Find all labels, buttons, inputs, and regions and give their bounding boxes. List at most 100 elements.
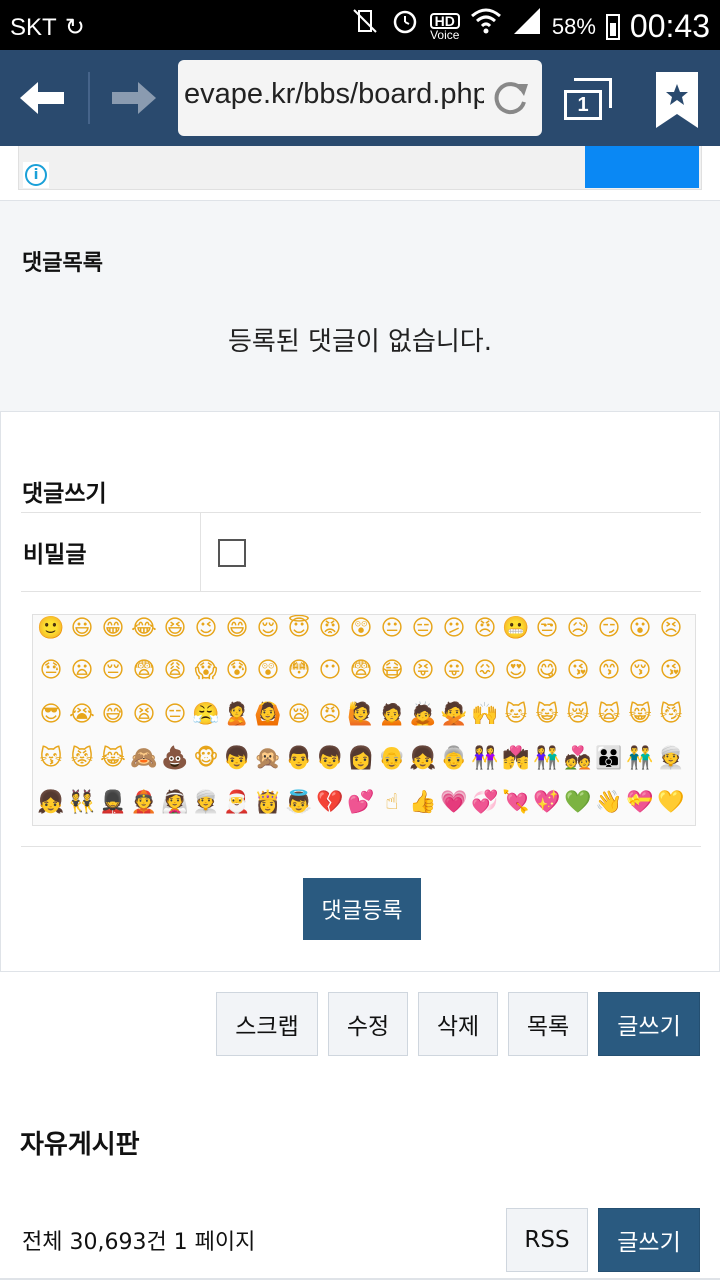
- ad-info-icon[interactable]: i: [23, 162, 49, 188]
- emoji-item[interactable]: 😩: [161, 657, 189, 685]
- emoji-item[interactable]: 🙇: [409, 701, 437, 729]
- emoji-item[interactable]: 💔: [316, 789, 344, 817]
- emoji-item[interactable]: 😭: [68, 701, 96, 729]
- emoji-item[interactable]: 👭: [471, 745, 499, 773]
- emoji-item[interactable]: 💕: [347, 789, 375, 817]
- emoji-item[interactable]: 🙌: [471, 701, 499, 729]
- emoji-item[interactable]: 😙: [595, 657, 623, 685]
- emoji-item[interactable]: 👴: [378, 745, 406, 773]
- emoji-item[interactable]: 💂: [99, 789, 127, 817]
- emoji-item[interactable]: 😶: [316, 657, 344, 685]
- emoji-item[interactable]: 😌: [254, 615, 282, 643]
- emoji-item[interactable]: 😹: [99, 745, 127, 773]
- emoji-item[interactable]: 😄: [223, 615, 251, 643]
- emoji-item[interactable]: 💝: [626, 789, 654, 817]
- emoji-item[interactable]: 🙍: [378, 701, 406, 729]
- emoji-item[interactable]: 🙊: [254, 745, 282, 773]
- emoji-item[interactable]: 😱: [192, 657, 220, 685]
- emoji-item[interactable]: 👦: [316, 745, 344, 773]
- emoji-item[interactable]: 😡: [316, 615, 344, 643]
- emoji-item[interactable]: 😪: [285, 701, 313, 729]
- emoji-item[interactable]: 😝: [409, 657, 437, 685]
- emoji-item[interactable]: 👧: [409, 745, 437, 773]
- emoji-item[interactable]: 😷: [378, 657, 406, 685]
- emoji-item[interactable]: 🙆: [254, 701, 282, 729]
- emoji-item[interactable]: 😲: [347, 615, 375, 643]
- emoji-item[interactable]: 👦: [223, 745, 251, 773]
- emoji-item[interactable]: 😥: [564, 615, 592, 643]
- emoji-item[interactable]: 👍: [409, 789, 437, 817]
- ad-cta[interactable]: [585, 146, 699, 188]
- emoji-item[interactable]: 💗: [440, 789, 468, 817]
- emoji-item[interactable]: 👰: [161, 789, 189, 817]
- emoji-item[interactable]: 👨: [285, 745, 313, 773]
- emoji-item[interactable]: 💏: [502, 745, 530, 773]
- ad-banner[interactable]: i: [18, 146, 702, 190]
- emoji-item[interactable]: 😚: [626, 657, 654, 685]
- emoji-item[interactable]: 🙂: [37, 615, 65, 643]
- emoji-item[interactable]: 🎅: [223, 789, 251, 817]
- emoji-item[interactable]: 😕: [440, 615, 468, 643]
- emoji-item[interactable]: 😲: [254, 657, 282, 685]
- emoji-item[interactable]: 😰: [223, 657, 251, 685]
- emoji-item[interactable]: 🙋: [347, 701, 375, 729]
- url-text[interactable]: evape.kr/bbs/board.php: [184, 78, 484, 111]
- emoji-item[interactable]: 👪: [595, 745, 623, 773]
- emoji-item[interactable]: 👳: [657, 745, 685, 773]
- scrap-button[interactable]: 스크랩: [216, 992, 318, 1056]
- back-button[interactable]: [8, 64, 76, 132]
- emoji-item[interactable]: 😺: [533, 701, 561, 729]
- emoji-item[interactable]: 😂: [130, 615, 158, 643]
- board-write-button[interactable]: 글쓰기: [598, 1208, 700, 1272]
- reload-icon[interactable]: [488, 76, 532, 120]
- emoji-item[interactable]: 😼: [657, 701, 685, 729]
- delete-button[interactable]: 삭제: [418, 992, 498, 1056]
- emoji-item[interactable]: 😇: [285, 615, 313, 643]
- emoji-item[interactable]: 💩: [161, 745, 189, 773]
- emoji-item[interactable]: 😒: [533, 615, 561, 643]
- emoji-item[interactable]: 😠: [316, 701, 344, 729]
- emoji-item[interactable]: 🙈: [130, 745, 158, 773]
- emoji-item[interactable]: 🐱: [502, 701, 530, 729]
- emoji-item[interactable]: 😳: [285, 657, 313, 685]
- emoji-item[interactable]: 👼: [285, 789, 313, 817]
- emoji-item[interactable]: 👸: [254, 789, 282, 817]
- emoji-item[interactable]: 😆: [161, 615, 189, 643]
- emoji-item[interactable]: 💑: [564, 745, 592, 773]
- emoji-item[interactable]: 😓: [37, 657, 65, 685]
- emoji-item[interactable]: 👲: [130, 789, 158, 817]
- emoji-item[interactable]: 😨: [130, 657, 158, 685]
- emoji-item[interactable]: 👫: [533, 745, 561, 773]
- list-button[interactable]: 목록: [508, 992, 588, 1056]
- emoji-item[interactable]: 😏: [595, 615, 623, 643]
- bookmark-button[interactable]: [656, 72, 698, 128]
- emoji-item[interactable]: 👵: [440, 745, 468, 773]
- emoji-item[interactable]: 👧: [37, 789, 65, 817]
- emoji-item[interactable]: 😖: [471, 657, 499, 685]
- emoji-item[interactable]: 💚: [564, 789, 592, 817]
- emoji-item[interactable]: 😋: [533, 657, 561, 685]
- edit-button[interactable]: 수정: [328, 992, 408, 1056]
- emoji-item[interactable]: 😸: [626, 701, 654, 729]
- emoji-item[interactable]: 😍: [502, 657, 530, 685]
- forward-button[interactable]: [100, 64, 168, 132]
- emoji-item[interactable]: 😘: [564, 657, 592, 685]
- emoji-item[interactable]: 😾: [68, 745, 96, 773]
- emoji-item[interactable]: 💘: [502, 789, 530, 817]
- emoji-item[interactable]: 😨: [347, 657, 375, 685]
- emoji-item[interactable]: 😫: [130, 701, 158, 729]
- emoji-item[interactable]: 💞: [471, 789, 499, 817]
- address-bar[interactable]: evape.kr/bbs/board.php: [178, 60, 542, 136]
- emoji-item[interactable]: ☝: [378, 789, 406, 817]
- emoji-item[interactable]: 😁: [99, 615, 127, 643]
- emoji-item[interactable]: 😠: [471, 615, 499, 643]
- emoji-item[interactable]: 😣: [657, 615, 685, 643]
- emoji-item[interactable]: 😎: [37, 701, 65, 729]
- emoji-item[interactable]: 😔: [99, 657, 127, 685]
- emoji-item[interactable]: 😮: [626, 615, 654, 643]
- emoji-item[interactable]: 😅: [99, 701, 127, 729]
- emoji-item[interactable]: 👯: [68, 789, 96, 817]
- emoji-item[interactable]: 👳: [192, 789, 220, 817]
- emoji-item[interactable]: 👩: [347, 745, 375, 773]
- emoji-item[interactable]: 👬: [626, 745, 654, 773]
